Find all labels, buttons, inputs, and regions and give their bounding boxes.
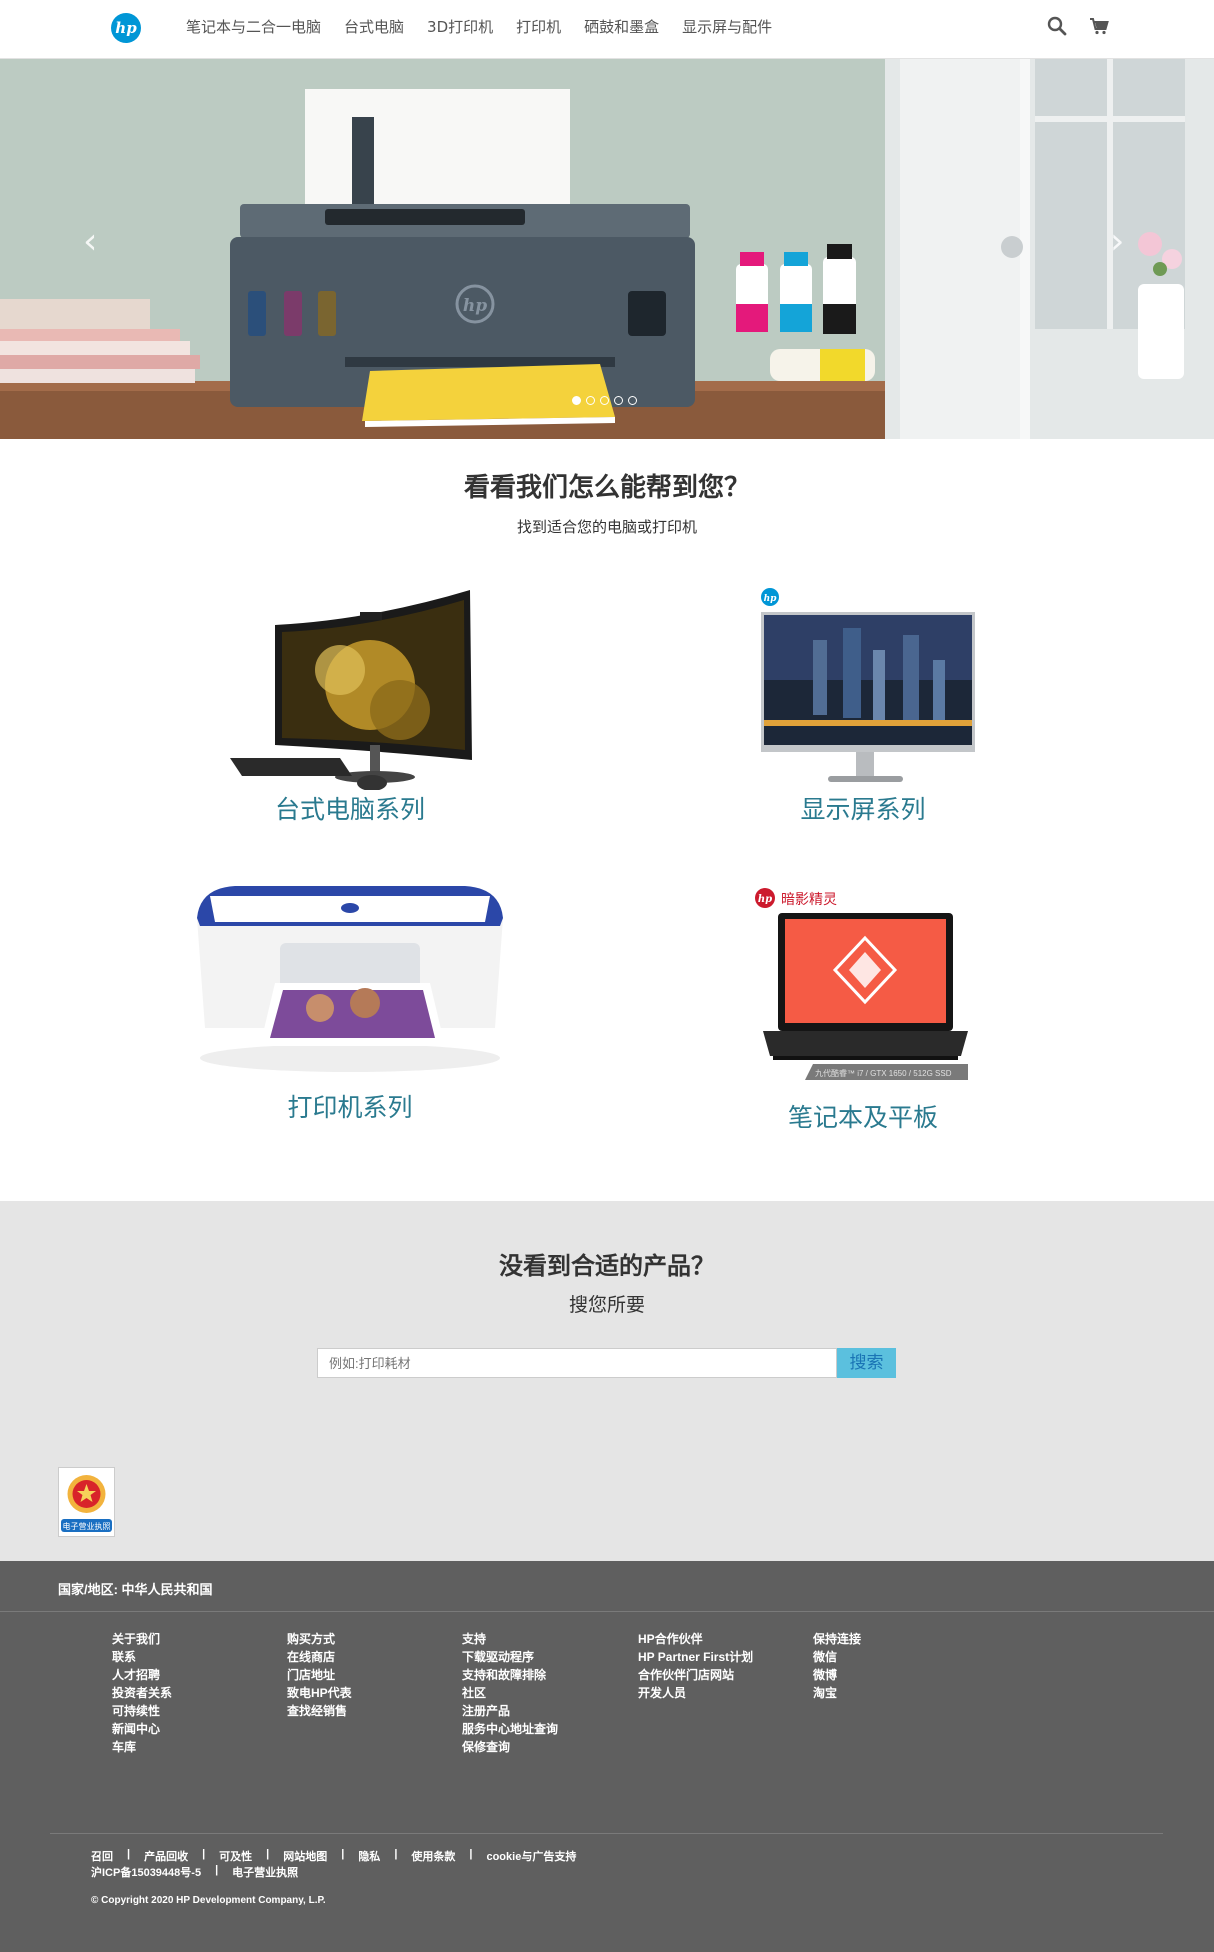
footer-link[interactable]: 关于我们: [112, 1630, 172, 1648]
region-selector[interactable]: 国家/地区: 中华人民共和国: [58, 1579, 213, 1598]
footer-link[interactable]: 微博: [813, 1666, 861, 1684]
category-printers[interactable]: 打印机系列: [120, 878, 580, 1124]
monitor-image: hp: [761, 588, 975, 782]
carousel-dot[interactable]: [600, 396, 609, 405]
footer-link[interactable]: 在线商店: [287, 1648, 352, 1666]
category-desktops[interactable]: 台式电脑系列: [120, 580, 580, 826]
product-search-input[interactable]: [317, 1348, 837, 1378]
carousel-dot[interactable]: [628, 396, 637, 405]
nav-item-laptops[interactable]: 笔记本与二合一电脑: [186, 16, 321, 37]
legal-link[interactable]: 召回: [91, 1848, 113, 1864]
copyright: © Copyright 2020 HP Development Company,…: [91, 1895, 326, 1906]
search-section: 没看到合适的产品？ 搜您所要 搜索 电子营业执照: [0, 1201, 1214, 1561]
svg-text:hp: hp: [758, 894, 772, 905]
footer-link[interactable]: HP合作伙伴: [638, 1630, 753, 1648]
icp-links: 沪ICP备15039448号-5 | 电子营业执照: [91, 1864, 299, 1880]
footer-link[interactable]: 新闻中心: [112, 1720, 172, 1738]
search-button[interactable]: 搜索: [837, 1348, 896, 1378]
legal-link[interactable]: 网站地图: [283, 1848, 327, 1864]
header-icons: [1047, 16, 1109, 36]
footer-divider: [50, 1833, 1163, 1834]
category-label: 显示屏系列: [800, 795, 926, 824]
footer-link[interactable]: 保持连接: [813, 1630, 861, 1648]
footer-column-company: 关于我们 联系 人才招聘 投资者关系 可持续性 新闻中心 车库: [112, 1630, 172, 1756]
hp-logo[interactable]: hp: [111, 13, 141, 43]
business-license-link[interactable]: 电子营业执照: [232, 1864, 298, 1880]
category-monitors[interactable]: hp 显示屏系列: [633, 580, 1093, 826]
nav-item-3d-printers[interactable]: 3D打印机: [427, 16, 493, 37]
footer-column-connect: 保持连接 微信 微博 淘宝: [813, 1630, 861, 1702]
footer-column-partners: HP合作伙伴 HP Partner First计划 合作伙伴门店网站 开发人员: [638, 1630, 753, 1702]
footer-link[interactable]: 下载驱动程序: [462, 1648, 558, 1666]
svg-text:hp: hp: [764, 594, 778, 604]
carousel-next-arrow[interactable]: ›: [1110, 224, 1124, 260]
help-subtitle: 找到适合您的电脑或打印机: [516, 518, 697, 536]
search-title: 没看到合适的产品？: [499, 1252, 715, 1280]
footer-link[interactable]: 支持: [462, 1630, 558, 1648]
nav-item-desktops[interactable]: 台式电脑: [344, 16, 404, 37]
footer-link[interactable]: 门店地址: [287, 1666, 352, 1684]
footer-link[interactable]: 淘宝: [813, 1684, 861, 1702]
footer-link[interactable]: 合作伙伴门店网站: [638, 1666, 753, 1684]
svg-text:hp: hp: [463, 296, 487, 316]
svg-text:暗影精灵: 暗影精灵: [781, 892, 837, 908]
category-label: 打印机系列: [287, 1093, 413, 1122]
carousel-prev-arrow[interactable]: ‹: [83, 224, 97, 260]
site-header: hp 笔记本与二合一电脑 台式电脑 3D打印机 打印机 硒鼓和墨盒 显示屏与配件: [0, 0, 1214, 59]
carousel-indicators: [572, 396, 637, 405]
carousel-dot[interactable]: [586, 396, 595, 405]
legal-link[interactable]: 产品回收: [144, 1848, 188, 1864]
nav-item-ink-toner[interactable]: 硒鼓和墨盒: [584, 16, 659, 37]
footer-link[interactable]: 社区: [462, 1684, 558, 1702]
footer-link[interactable]: 车库: [112, 1738, 172, 1756]
footer-link[interactable]: 致电HP代表: [287, 1684, 352, 1702]
footer-link[interactable]: 支持和故障排除: [462, 1666, 558, 1684]
category-label: 笔记本及平板: [787, 1103, 938, 1132]
footer-link[interactable]: 保修查询: [462, 1738, 558, 1756]
svg-text:电子营业执照: 电子营业执照: [63, 1521, 111, 1531]
legal-link[interactable]: 隐私: [358, 1848, 380, 1864]
cart-icon[interactable]: [1089, 16, 1109, 36]
carousel-dot[interactable]: [572, 396, 581, 405]
nav-item-monitors-accessories[interactable]: 显示屏与配件: [682, 16, 772, 37]
footer-column-support: 支持 下载驱动程序 支持和故障排除 社区 注册产品 服务中心地址查询 保修查询: [462, 1630, 558, 1756]
hero-carousel[interactable]: hp ‹ ›: [0, 59, 1214, 439]
category-laptops[interactable]: hp 暗影精灵 九代酷睿™ i7 / GTX 1650 / 512G SSD 笔…: [633, 878, 1093, 1134]
legal-link[interactable]: cookie与广告支持: [486, 1848, 576, 1864]
footer-link[interactable]: 开发人员: [638, 1684, 753, 1702]
help-title: 看看我们怎么能帮到您？: [463, 473, 750, 503]
desktop-computer-image: [230, 590, 472, 790]
site-footer: 国家/地区: 中华人民共和国 关于我们 联系 人才招聘 投资者关系 可持续性 新…: [0, 1561, 1214, 1952]
printer-image: [197, 886, 503, 1072]
nav-item-printers[interactable]: 打印机: [516, 16, 561, 37]
svg-text:九代酷睿™ i7 / GTX 1650 / 512G SSD: 九代酷睿™ i7 / GTX 1650 / 512G SSD: [815, 1068, 952, 1078]
legal-links: 召回 | 产品回收 | 可及性 | 网站地图 | 隐私 | 使用条款 | cookie与广告…: [91, 1848, 577, 1864]
business-license-badge[interactable]: 电子营业执照: [58, 1467, 115, 1537]
carousel-dot[interactable]: [614, 396, 623, 405]
main-nav: 笔记本与二合一电脑 台式电脑 3D打印机 打印机 硒鼓和墨盒 显示屏与配件: [186, 0, 795, 52]
printer-hero-image: hp: [0, 59, 1214, 439]
footer-link[interactable]: 购买方式: [287, 1630, 352, 1648]
category-label: 台式电脑系列: [274, 795, 425, 824]
laptop-image: hp 暗影精灵 九代酷睿™ i7 / GTX 1650 / 512G SSD: [755, 888, 968, 1080]
footer-link[interactable]: 人才招聘: [112, 1666, 172, 1684]
footer-link[interactable]: 微信: [813, 1648, 861, 1666]
footer-link[interactable]: 可持续性: [112, 1702, 172, 1720]
footer-link[interactable]: 注册产品: [462, 1702, 558, 1720]
footer-link[interactable]: 服务中心地址查询: [462, 1720, 558, 1738]
footer-link[interactable]: 查找经销售: [287, 1702, 352, 1720]
legal-link[interactable]: 可及性: [219, 1848, 252, 1864]
legal-link[interactable]: 使用条款: [411, 1848, 455, 1864]
emblem-icon: 电子营业执照: [61, 1475, 112, 1532]
footer-divider: [0, 1611, 1214, 1612]
footer-link[interactable]: 联系: [112, 1648, 172, 1666]
footer-link[interactable]: HP Partner First计划: [638, 1648, 753, 1666]
icp-link[interactable]: 沪ICP备15039448号-5: [91, 1864, 201, 1880]
footer-link[interactable]: 投资者关系: [112, 1684, 172, 1702]
footer-column-buy: 购买方式 在线商店 门店地址 致电HP代表 查找经销售: [287, 1630, 352, 1720]
search-icon[interactable]: [1047, 16, 1067, 36]
search-subtitle: 搜您所要: [568, 1294, 645, 1316]
